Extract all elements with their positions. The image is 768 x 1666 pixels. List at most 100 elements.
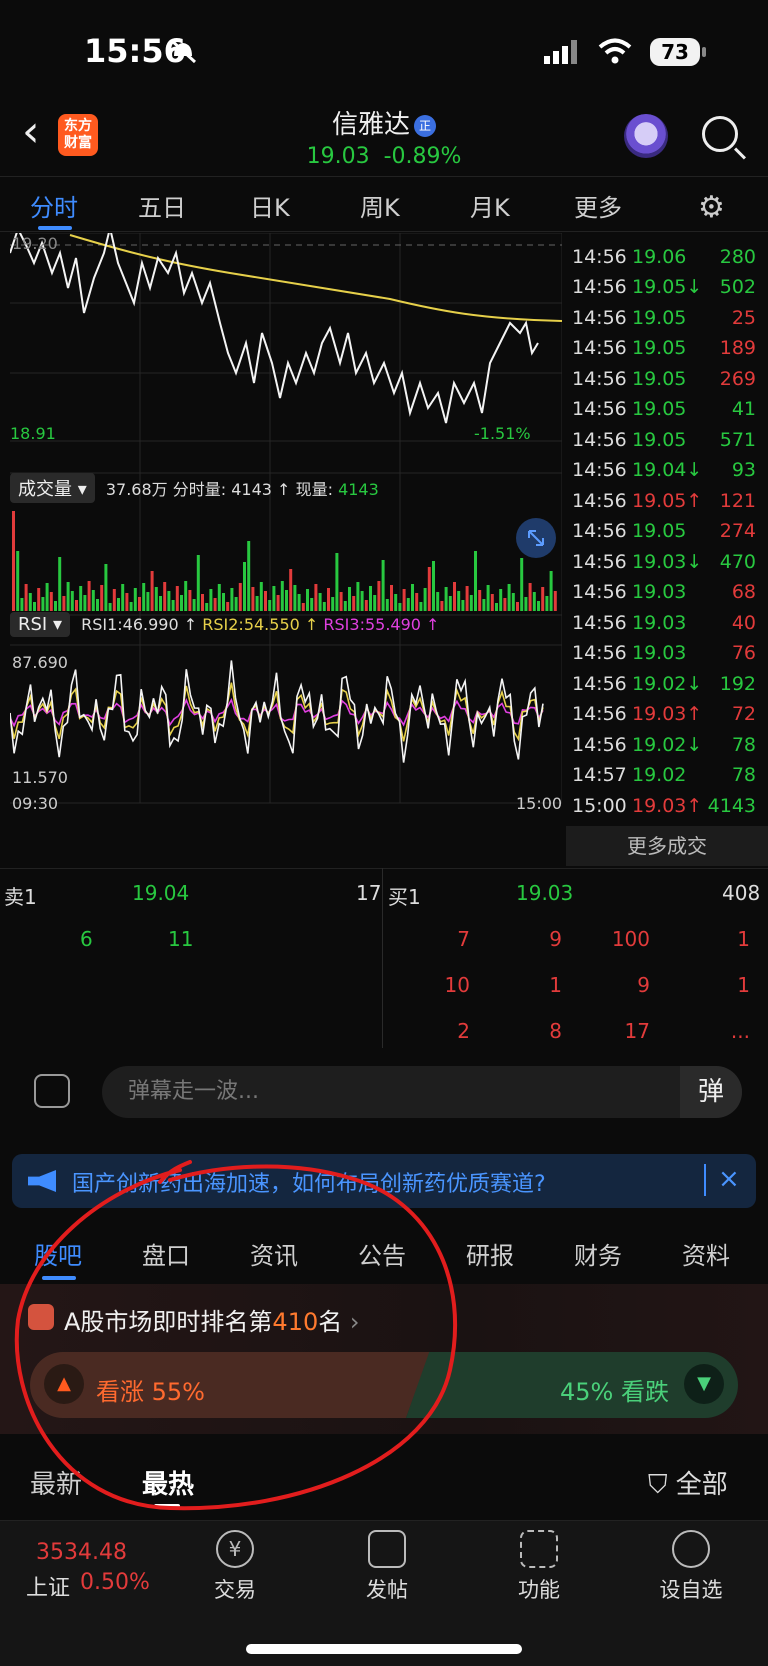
volume-bar <box>184 581 188 611</box>
volume-bar <box>318 593 322 611</box>
post-button[interactable]: 发帖 <box>342 1530 432 1604</box>
bull-segment[interactable] <box>30 1352 430 1418</box>
tab-research[interactable]: 研报 <box>466 1236 514 1271</box>
buy-queue-item: 9 <box>549 927 562 951</box>
market-ranking[interactable]: A股市场即时排名第410名 › <box>64 1302 359 1337</box>
volume-bar <box>125 593 129 611</box>
bull-label[interactable]: 看涨 55% <box>96 1372 205 1407</box>
trade-time: 14:56 <box>572 520 627 542</box>
volume-bar <box>188 590 192 611</box>
volume-bar <box>444 587 448 611</box>
tab-news[interactable]: 资讯 <box>250 1236 298 1271</box>
tab-profile[interactable]: 资料 <box>682 1236 730 1271</box>
trade-row: 14:56 19.06 280 <box>566 246 766 276</box>
index-name[interactable]: 上证 <box>26 1570 70 1602</box>
volume-selector[interactable]: 成交量 ▾ <box>10 473 95 503</box>
danmu-settings-icon[interactable] <box>34 1074 70 1108</box>
trade-button[interactable]: ¥ 交易 <box>190 1530 280 1604</box>
danmu-send-button[interactable]: 弹 <box>680 1066 742 1118</box>
add-watchlist-button[interactable]: 设自选 <box>646 1530 736 1604</box>
index-value[interactable]: 3534.48 <box>36 1540 127 1565</box>
volume-bar <box>196 555 200 611</box>
volume-bar <box>234 597 238 611</box>
volume-bar <box>75 600 78 611</box>
buy-queue-item: 2 <box>457 1019 470 1043</box>
banner-text[interactable]: 国产创新药出海加速，如何布局创新药优质赛道? <box>72 1166 546 1198</box>
intraday-chart[interactable]: 18.91 -1.51% 19.20 13791 87.690 11.570 0… <box>10 233 562 865</box>
volume-bar <box>457 591 461 611</box>
signal-icon <box>544 40 577 64</box>
filter-all[interactable]: ⛉ 全部 <box>648 1464 728 1501</box>
trade-time: 14:56 <box>572 550 627 573</box>
order-book: 卖1 19.04 17 买1 19.03 408 6 11 7 9 100 1 10 1 9… <box>0 868 768 1048</box>
volume-bar <box>154 587 158 611</box>
volume-bar <box>360 591 364 611</box>
high-price-tick: 19.20 <box>12 234 58 253</box>
close-icon[interactable]: × <box>718 1164 740 1194</box>
avg-price-line <box>69 234 562 322</box>
volume-bar <box>364 600 368 611</box>
banner-separator <box>704 1164 706 1196</box>
trade-volume: 502 <box>719 276 756 298</box>
tab-finance[interactable]: 财务 <box>574 1236 622 1271</box>
expand-icon[interactable] <box>516 518 556 558</box>
triangle-down-icon[interactable]: ▼ <box>684 1364 724 1404</box>
active-tab-underline <box>38 226 72 230</box>
buy-queue-item: 9 <box>637 973 650 997</box>
trade-volume: 76 <box>731 642 756 664</box>
tab-five-day[interactable]: 五日 <box>138 188 186 223</box>
volume-bar <box>255 596 259 611</box>
trade-time: 14:56 <box>572 233 627 237</box>
search-icon[interactable] <box>702 116 738 152</box>
tab-monthly-k[interactable]: 月K <box>470 188 510 223</box>
trade-volume: 93 <box>731 459 756 481</box>
feed-tab-latest[interactable]: 最新 <box>30 1464 82 1501</box>
volume-bar <box>335 553 339 611</box>
trade-row: 14:56 19.05 25 <box>566 307 766 337</box>
active-bottom-tab-underline <box>42 1276 76 1280</box>
volume-bar <box>79 586 83 611</box>
trade-price: 19.02↓ <box>632 733 703 756</box>
volume-bar <box>440 601 444 611</box>
tab-pankou[interactable]: 盘口 <box>142 1236 190 1271</box>
volume-bar <box>373 595 377 611</box>
tab-weekly-k[interactable]: 周K <box>360 188 400 223</box>
gear-icon[interactable]: ⚙ <box>698 190 725 225</box>
tab-more[interactable]: 更多 <box>574 188 622 223</box>
volume-bar <box>495 603 498 611</box>
volume-bar <box>545 596 549 611</box>
function-button[interactable]: 功能 <box>494 1530 584 1604</box>
trade-row: 14:56 19.05 269 <box>566 368 766 398</box>
trade-time: 14:56 <box>572 489 627 512</box>
feed-tab-hottest[interactable]: 最热 <box>142 1464 194 1501</box>
danmu-input[interactable]: 弹幕走一波... <box>102 1066 742 1118</box>
trade-row: 14:56 19.03↑ 72 <box>566 703 766 733</box>
trade-row: 14:56 19.05↑ 121 <box>566 490 766 520</box>
rsi-lines <box>10 660 544 763</box>
stock-name-text: 信雅达 <box>331 110 410 140</box>
tab-intraday[interactable]: 分时 <box>30 188 78 223</box>
volume-bar <box>327 588 330 611</box>
low-price-tick: 18.91 <box>10 424 56 443</box>
time-start-tick: 09:30 <box>12 794 58 813</box>
volume-bar <box>503 598 507 611</box>
tab-guba[interactable]: 股吧 <box>34 1236 82 1271</box>
tab-daily-k[interactable]: 日K <box>250 188 290 223</box>
buy1-volume: 408 <box>722 881 761 905</box>
volume-bar <box>54 601 57 611</box>
volume-bar <box>180 595 183 611</box>
volume-bar <box>423 588 427 611</box>
triangle-up-icon[interactable]: ▲ <box>44 1364 84 1404</box>
price-change: -0.89% <box>383 144 462 169</box>
home-indicator[interactable] <box>246 1644 522 1654</box>
trade-volume: 78 <box>731 733 756 756</box>
more-trades-button[interactable]: 更多成交 <box>566 826 768 866</box>
assistant-robot-icon[interactable] <box>624 114 668 158</box>
rsi-selector[interactable]: RSI ▾ <box>10 612 71 637</box>
trade-price: 19.02↓ <box>632 672 703 695</box>
index-change[interactable]: 0.50% <box>80 1570 150 1595</box>
trade-list[interactable]: 14:5619.0621514:5619.0628014:5619.05↓502… <box>566 233 768 823</box>
bear-label[interactable]: 45% 看跌 <box>560 1372 669 1407</box>
tab-announcement[interactable]: 公告 <box>358 1236 406 1271</box>
volume-bar <box>322 602 326 611</box>
